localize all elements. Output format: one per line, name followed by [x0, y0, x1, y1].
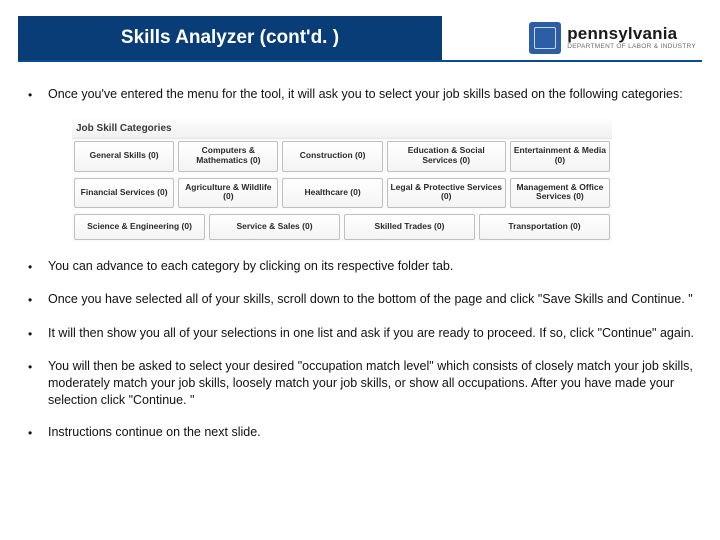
pa-logo: pennsylvania DEPARTMENT OF LABOR & INDUS… [529, 22, 696, 54]
categories-heading: Job Skill Categories [72, 119, 612, 139]
category-tab[interactable]: Science & Engineering (0) [74, 214, 205, 240]
category-tab[interactable]: Construction (0) [282, 141, 382, 172]
category-tab[interactable]: Financial Services (0) [74, 178, 174, 209]
header-divider [18, 60, 702, 62]
bullet-1: • Once you've entered the menu for the t… [28, 86, 696, 103]
bullet-text: It will then show you all of your select… [48, 325, 696, 342]
bullet-text: Once you have selected all of your skill… [48, 291, 696, 308]
category-row: Science & Engineering (0) Service & Sale… [72, 212, 612, 244]
bullet-text: You can advance to each category by clic… [48, 258, 696, 275]
category-row: Financial Services (0) Agriculture & Wil… [72, 176, 612, 213]
bullet-dot-icon: • [28, 86, 48, 103]
category-tab[interactable]: Management & Office Services (0) [510, 178, 610, 209]
bullet-6: • Instructions continue on the next slid… [28, 424, 696, 441]
bullet-text: You will then be asked to select your de… [48, 358, 696, 409]
bullet-text: Instructions continue on the next slide. [48, 424, 696, 441]
category-row: General Skills (0) Computers & Mathemati… [72, 139, 612, 176]
category-tab[interactable]: Computers & Mathematics (0) [178, 141, 278, 172]
slide-content: • Once you've entered the menu for the t… [28, 86, 696, 458]
pa-seal-icon [529, 22, 561, 54]
category-tab[interactable]: General Skills (0) [74, 141, 174, 172]
logo-state: pennsylvania [567, 25, 696, 42]
bullet-2: • You can advance to each category by cl… [28, 258, 696, 275]
category-tab[interactable]: Legal & Protective Services (0) [387, 178, 506, 209]
bullet-4: • It will then show you all of your sele… [28, 325, 696, 342]
bullet-dot-icon: • [28, 424, 48, 441]
bullet-5: • You will then be asked to select your … [28, 358, 696, 409]
bullet-3: • Once you have selected all of your ski… [28, 291, 696, 308]
category-tab[interactable]: Education & Social Services (0) [387, 141, 506, 172]
logo-dept: DEPARTMENT OF LABOR & INDUSTRY [567, 44, 696, 51]
category-tab[interactable]: Skilled Trades (0) [344, 214, 475, 240]
category-tab[interactable]: Service & Sales (0) [209, 214, 340, 240]
bullet-dot-icon: • [28, 325, 48, 342]
bullet-dot-icon: • [28, 258, 48, 275]
category-tab[interactable]: Transportation (0) [479, 214, 610, 240]
bullet-dot-icon: • [28, 291, 48, 308]
category-tab[interactable]: Healthcare (0) [282, 178, 382, 209]
category-tab[interactable]: Entertainment & Media (0) [510, 141, 610, 172]
slide-title: Skills Analyzer (cont'd. ) [18, 16, 442, 60]
pa-logo-text: pennsylvania DEPARTMENT OF LABOR & INDUS… [567, 25, 696, 51]
category-tab[interactable]: Agriculture & Wildlife (0) [178, 178, 278, 209]
job-skill-categories-panel: Job Skill Categories General Skills (0) … [72, 119, 612, 244]
bullet-dot-icon: • [28, 358, 48, 409]
bullet-text: Once you've entered the menu for the too… [48, 86, 696, 103]
